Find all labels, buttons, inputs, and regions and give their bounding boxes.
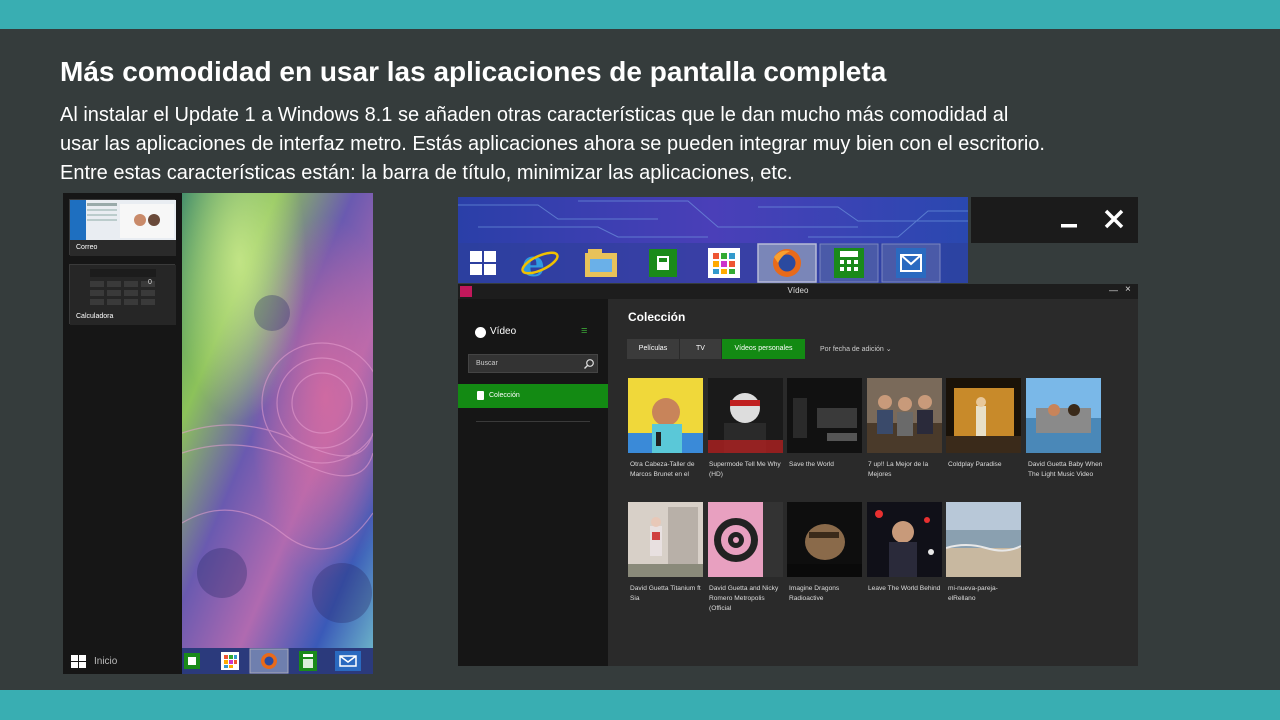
window-close-button[interactable]: × [1125, 284, 1131, 295]
calculator-display: 0 [148, 279, 152, 286]
body-text-line-1: Al instalar el Update 1 a Windows 8.1 se… [60, 104, 1009, 126]
body-text-line-3: Entre estas características están: la ba… [60, 162, 793, 184]
video-thumbnail-3[interactable] [787, 378, 862, 453]
video-title-6: David Guetta Baby When The Light Music V… [1028, 461, 1103, 478]
slide: Más comodidad en usar las aplicaciones d… [0, 0, 1280, 720]
apps-grid-icon [221, 652, 239, 670]
tab-tv[interactable]: TV [680, 339, 721, 359]
video-thumbnail-7[interactable] [628, 502, 703, 577]
xbox-logo-icon [475, 327, 486, 338]
desktop-wallpaper [182, 193, 373, 648]
left-taskbar [182, 648, 373, 674]
nav-item-coleccion[interactable]: Colección [458, 384, 608, 408]
video-thumbnail-9[interactable] [787, 502, 862, 577]
store-icon [184, 653, 200, 669]
taskbar-icons: e [470, 243, 941, 283]
file-explorer-icon [585, 249, 617, 277]
switcher-thumb-calculator[interactable]: 0 Calculadora [69, 264, 176, 325]
switcher-label-mail: Correo [76, 244, 98, 251]
search-input[interactable]: Buscar [468, 354, 598, 373]
bottom-band [0, 690, 1280, 720]
taskbar-screenshot: e [458, 197, 968, 283]
video-thumbnail-1[interactable] [628, 378, 703, 453]
firefox-icon [249, 648, 289, 674]
video-thumbnail-6[interactable] [1026, 378, 1101, 453]
video-thumbnail-5[interactable] [946, 378, 1021, 453]
mail-icon [881, 243, 941, 283]
video-thumbnail-2[interactable] [708, 378, 783, 453]
nav-app-name: Vídeo [490, 326, 517, 337]
video-title-4: 7 up!! La Mejor de la Mejores [868, 461, 929, 478]
video-app-window: Vídeo — × Vídeo ≡ Buscar Colección Colec… [458, 284, 1138, 666]
slide-title: Más comodidad en usar las aplicaciones d… [60, 56, 887, 87]
calculator-icon [819, 243, 879, 283]
start-button-area[interactable]: Inicio [63, 648, 181, 674]
close-icon[interactable] [1101, 206, 1127, 232]
apps-grid-icon [708, 248, 740, 278]
switcher-thumb-mail[interactable]: Correo [69, 199, 176, 256]
navigation-pane: Vídeo ≡ Buscar Colección [458, 299, 608, 666]
nav-item-label: Colección [489, 392, 520, 399]
nav-divider [476, 421, 590, 422]
window-title: Vídeo [787, 286, 809, 295]
body-text-line-2: usar las aplicaciones de interfaz metro.… [60, 133, 1045, 155]
window-minimize-button[interactable]: — [1109, 285, 1118, 295]
video-title-7: David Guetta Titanium ft Sia [630, 585, 701, 602]
store-icon [649, 249, 677, 277]
top-band [0, 0, 1280, 29]
minimize-icon[interactable] [1057, 207, 1081, 231]
video-title-11: mi-nueva-pareja-elRellano [948, 585, 998, 602]
app-switcher-panel: Correo 0 Calculadora [63, 193, 181, 674]
video-thumbnail-4[interactable] [867, 378, 942, 453]
search-placeholder: Buscar [476, 360, 498, 367]
caption-buttons-screenshot [971, 197, 1138, 243]
video-thumbnail-10[interactable] [867, 502, 942, 577]
windows-logo-icon [71, 655, 86, 668]
video-title-3: Save the World [789, 461, 834, 468]
video-thumbnail-8[interactable] [708, 502, 783, 577]
firefox-icon [757, 243, 817, 283]
windows-start-icon [470, 251, 496, 275]
collection-icon [477, 391, 484, 400]
page-heading: Colección [628, 310, 686, 324]
video-title-5: Coldplay Paradise [948, 461, 1002, 468]
tab-videos-personales[interactable]: Vídeos personales [722, 339, 805, 359]
switcher-label-calculator: Calculadora [76, 313, 114, 320]
tab-peliculas[interactable]: Películas [627, 339, 679, 359]
screenshot-app-switcher: Correo 0 Calculadora Inicio [63, 193, 373, 674]
mail-icon [335, 651, 361, 671]
internet-explorer-icon: e [521, 243, 559, 283]
sort-dropdown[interactable]: Por fecha de adición ⌄ [820, 345, 892, 353]
video-title-9: Imagine Dragons Radioactive [789, 585, 840, 602]
calculator-icon [299, 651, 317, 671]
video-title-2: Supermode Tell Me Why (HD) [709, 461, 781, 478]
search-icon[interactable] [583, 358, 595, 370]
video-title-1: Otra Cabeza-Taller de Marcos Brunet en e… [630, 461, 695, 478]
video-title-10: Leave The World Behind [868, 585, 941, 592]
video-title-8: David Guetta and Nicky Romero Metropolis… [709, 585, 779, 612]
start-label: Inicio [94, 656, 118, 667]
left-taskbar-icons [184, 648, 361, 674]
video-thumbnail-11[interactable] [946, 502, 1021, 577]
window-titlebar: Vídeo — × [458, 284, 1138, 299]
hamburger-menu-icon[interactable]: ≡ [581, 325, 587, 337]
